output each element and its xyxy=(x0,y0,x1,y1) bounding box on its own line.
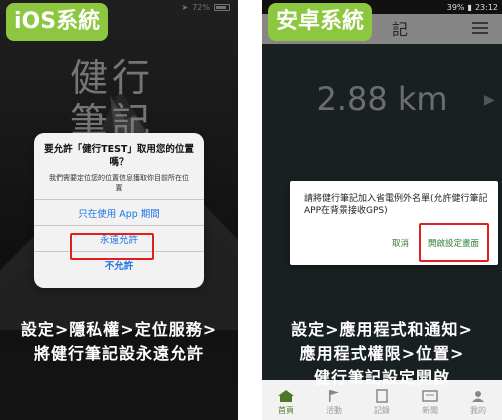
dialog-message: 請將健行筆記加入省電例外名單(允許健行筆記APP在背景接收GPS) xyxy=(304,194,488,216)
dont-allow-button[interactable]: 不允許 xyxy=(34,251,204,277)
home-icon xyxy=(278,390,294,402)
android-caption-line-3: 健行筆記設定開啟 xyxy=(313,368,450,387)
ios-label: iOS系統 xyxy=(6,3,109,41)
android-caption-line-1: 設定>應用程式和通知> xyxy=(291,320,473,339)
nav-label: 新聞 xyxy=(422,406,438,415)
ios-instruction-caption: 設定>隱私權>定位服務> 將健行筆記設永遠允許 xyxy=(0,318,238,366)
allow-while-using-button[interactable]: 只在使用 App 期間 xyxy=(34,199,204,225)
nav-item-activity[interactable]: 活動 xyxy=(310,389,358,416)
nav-item-profile[interactable]: 我的 xyxy=(454,389,502,416)
news-icon xyxy=(422,390,438,402)
profile-icon xyxy=(472,391,484,402)
cancel-button[interactable]: 取消 xyxy=(392,237,409,249)
ios-screenshot: ➤ 72% 健行筆記 要允許「健行TEST」取用您的位置嗎？ 我們需要定位您的位… xyxy=(0,0,238,420)
android-caption-line-2: 應用程式權限>位置> xyxy=(299,344,465,363)
battery-icon: ▮ xyxy=(467,2,472,12)
open-settings-button[interactable]: 開啟設定畫面 xyxy=(428,237,479,249)
nav-label: 首頁 xyxy=(278,406,294,415)
location-permission-dialog: 要允許「健行TEST」取用您的位置嗎？ 我們需要定位您的位置信息獲取你目前所在位… xyxy=(34,133,204,288)
nav-item-home[interactable]: 首頁 xyxy=(262,389,310,416)
battery-percent: 39% xyxy=(446,2,465,12)
always-allow-button[interactable]: 永遠允許 xyxy=(34,225,204,251)
ios-caption-line-2: 將健行筆記設永遠允許 xyxy=(33,344,204,363)
record-icon xyxy=(376,389,388,403)
battery-optimization-dialog: 請將健行筆記加入省電例外名單(允許健行筆記APP在背景接收GPS) 取消 開啟設… xyxy=(290,181,498,265)
nav-item-record[interactable]: 記錄 xyxy=(358,389,406,416)
nav-item-news[interactable]: 新聞 xyxy=(406,389,454,416)
dialog-message: 我們需要定位您的位置信息獲取你目前所在位置 xyxy=(49,174,189,192)
nav-label: 我的 xyxy=(470,406,486,415)
nav-label: 記錄 xyxy=(374,406,390,415)
status-time: 23:12 xyxy=(474,2,498,12)
android-label: 安卓系統 xyxy=(268,3,373,41)
nav-label: 活動 xyxy=(326,406,342,415)
dialog-title: 要允許「健行TEST」取用您的位置嗎？ xyxy=(44,144,194,168)
ios-caption-line-1: 設定>隱私權>定位服務> xyxy=(20,320,218,339)
flag-icon xyxy=(329,390,339,402)
android-instruction-caption: 設定>應用程式和通知> 應用程式權限>位置> 健行筆記設定開啟 xyxy=(262,318,502,390)
